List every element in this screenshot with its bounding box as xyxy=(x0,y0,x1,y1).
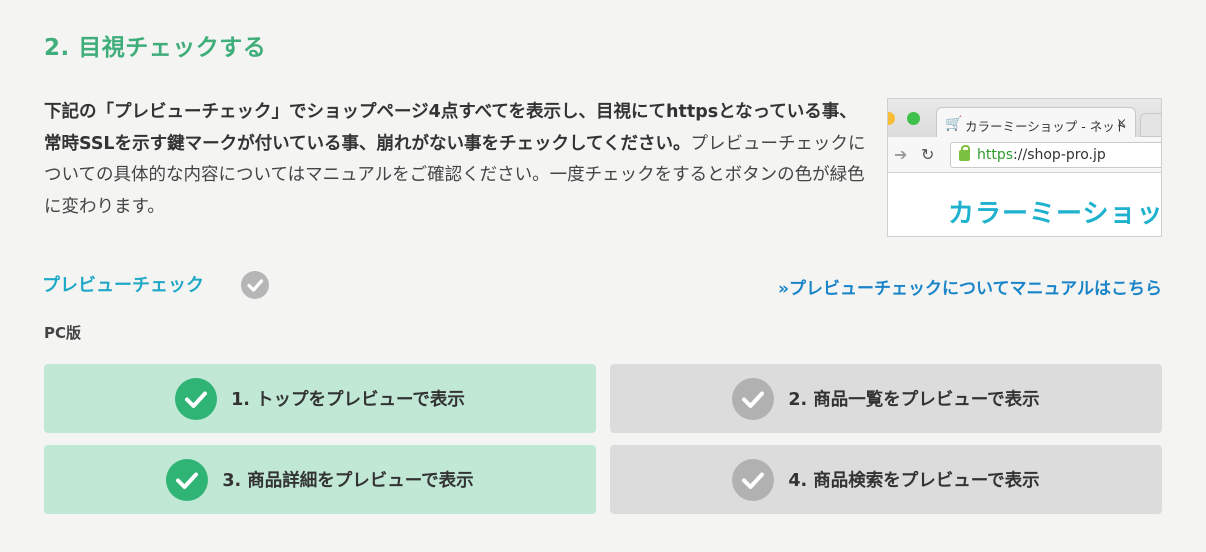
preview-button-label: 2. 商品一覧をプレビューで表示 xyxy=(788,390,1040,410)
preview-button-label: 3. 商品詳細をプレビューで表示 xyxy=(222,471,474,491)
instruction-text: 下記の「プレビューチェック」でショップページ4点すべてを表示し、目視にてhttp… xyxy=(44,97,866,223)
check-circle-icon xyxy=(732,458,775,501)
preview-check-heading: プレビューチェック xyxy=(42,275,204,296)
preview-list-button[interactable]: 2. 商品一覧をプレビューで表示 xyxy=(610,364,1162,433)
close-icon: × xyxy=(1116,116,1127,131)
lock-icon xyxy=(959,145,970,161)
browser-url-field: https://shop-pro.jp xyxy=(950,142,1161,168)
url-rest: ://shop-pro.jp xyxy=(1013,147,1106,163)
cart-icon: 🛒 xyxy=(945,116,963,132)
forward-arrow-icon: ➔ xyxy=(894,145,908,164)
section-title: 2. 目視チェックする xyxy=(44,35,267,61)
browser-tab-title: カラーミーショップ - ネット xyxy=(965,119,1128,134)
browser-example-image: 🛒 カラーミーショップ - ネット × ➔ ↻ https://shop-pro… xyxy=(887,98,1162,237)
window-dot-icon xyxy=(907,112,920,125)
browser-new-tab xyxy=(1140,113,1161,137)
reload-icon: ↻ xyxy=(921,145,935,164)
check-circle-icon xyxy=(241,271,269,299)
browser-address-bar: ➔ ↻ https://shop-pro.jp xyxy=(888,137,1161,173)
manual-link[interactable]: »プレビューチェックについてマニュアルはこちら xyxy=(778,274,1162,299)
pc-version-label: PC版 xyxy=(44,324,82,342)
preview-button-label: 1. トップをプレビューで表示 xyxy=(231,390,465,410)
preview-search-button[interactable]: 4. 商品検索をプレビューで表示 xyxy=(610,445,1162,514)
window-dot-icon xyxy=(888,112,895,125)
browser-tab: 🛒 カラーミーショップ - ネット × xyxy=(936,107,1136,138)
browser-tab-bar: 🛒 カラーミーショップ - ネット × xyxy=(888,99,1161,138)
check-circle-icon xyxy=(166,458,209,501)
preview-top-button[interactable]: 1. トップをプレビューで表示 xyxy=(44,364,596,433)
shop-banner-logo: カラーミーショップ xyxy=(948,199,1162,229)
url-scheme: https xyxy=(977,147,1014,163)
check-circle-icon xyxy=(732,377,775,420)
preview-detail-button[interactable]: 3. 商品詳細をプレビューで表示 xyxy=(44,445,596,514)
check-circle-icon xyxy=(175,377,218,420)
preview-button-label: 4. 商品検索をプレビューで表示 xyxy=(788,471,1040,491)
